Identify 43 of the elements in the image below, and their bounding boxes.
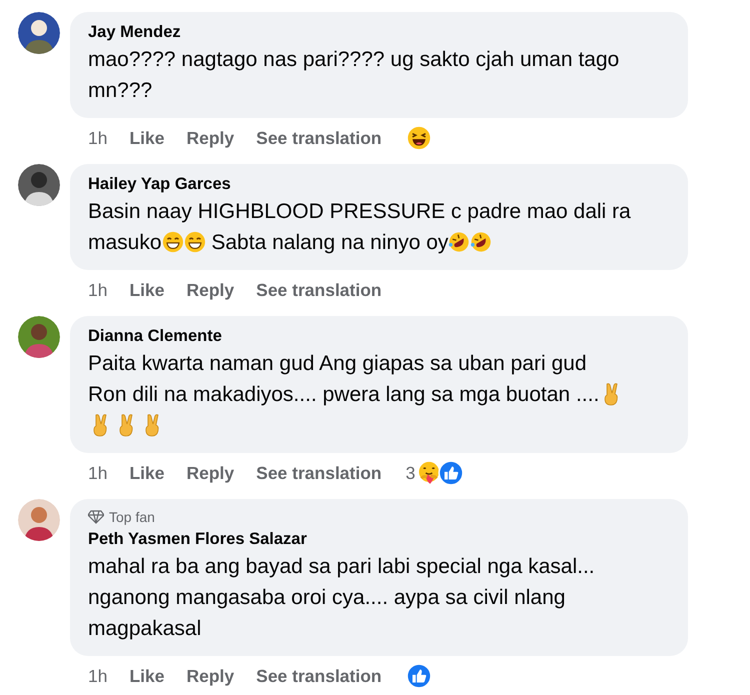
timestamp[interactable]: 1h <box>88 276 108 304</box>
laughing-emoji-icon[interactable] <box>406 125 432 151</box>
comment-action-link[interactable]: Like <box>129 276 164 304</box>
comment-text: mao???? nagtago nas pari???? ug sakto cjah uman tago <box>88 48 620 71</box>
author-name[interactable]: Jay Mendez <box>88 20 181 44</box>
timestamp[interactable]: 1h <box>88 662 108 690</box>
comment-text: Paita kwarta naman gud Ang giapas sa uban pari gud <box>88 352 587 375</box>
laughing-emoji-icon <box>470 231 492 253</box>
author-name[interactable]: Hailey Yap Garces <box>88 172 231 196</box>
comment-action-link[interactable]: Reply <box>186 460 234 486</box>
timestamp[interactable]: 1h <box>88 460 108 486</box>
comment-text: Sabta nalang na ninyo oy <box>210 231 448 254</box>
avatar[interactable] <box>18 316 60 358</box>
comment-text: Ron dili na makadiyos.... pwera lang sa mga buotan .... <box>88 383 600 406</box>
diamond-icon <box>88 510 104 524</box>
author-name[interactable]: Peth Yasmen Flores Salazar <box>88 527 307 551</box>
comment-text: nganong mangasaba oroi cya.... aypa sa civil nlang <box>88 586 566 609</box>
comment-action-link[interactable]: Reply <box>186 276 234 304</box>
grinning-emoji-icon <box>184 231 206 253</box>
comment-action-link[interactable]: Like <box>129 124 164 152</box>
thumbs-up-icon[interactable] <box>406 663 432 689</box>
comment-action-link[interactable]: Reply <box>186 124 234 152</box>
comment-action-link[interactable]: See translation <box>256 124 382 152</box>
top-fan-label: Top fan <box>109 508 155 527</box>
avatar[interactable] <box>18 12 60 54</box>
comment-action-link[interactable]: See translation <box>256 662 382 690</box>
comment-action-link[interactable]: See translation <box>256 276 382 304</box>
comment-text: mahal ra ba ang bayad sa pari labi special nga kasal... <box>88 555 595 578</box>
comment-text: Basin naay HIGHBLOOD PRESSURE c padre mao dali ra <box>88 200 631 223</box>
comment-action-link[interactable]: Like <box>129 662 164 690</box>
grinning-emoji-icon <box>162 231 184 253</box>
laughing-emoji-icon <box>448 231 470 253</box>
author-name[interactable]: Dianna Clemente <box>88 324 222 348</box>
comment-text: magpakasal <box>88 617 202 640</box>
comment-text: masuko <box>88 231 162 254</box>
comment-action-link[interactable]: See translation <box>256 460 382 486</box>
reaction-count[interactable]: 3 <box>406 460 416 486</box>
avatar[interactable] <box>18 164 60 206</box>
timestamp[interactable]: 1h <box>88 124 108 152</box>
comment-action-link[interactable]: Like <box>129 460 164 486</box>
comment-text: mn??? <box>88 79 152 102</box>
thumbs-up-icon[interactable] <box>438 460 464 486</box>
comment-action-link[interactable]: Reply <box>186 662 234 690</box>
